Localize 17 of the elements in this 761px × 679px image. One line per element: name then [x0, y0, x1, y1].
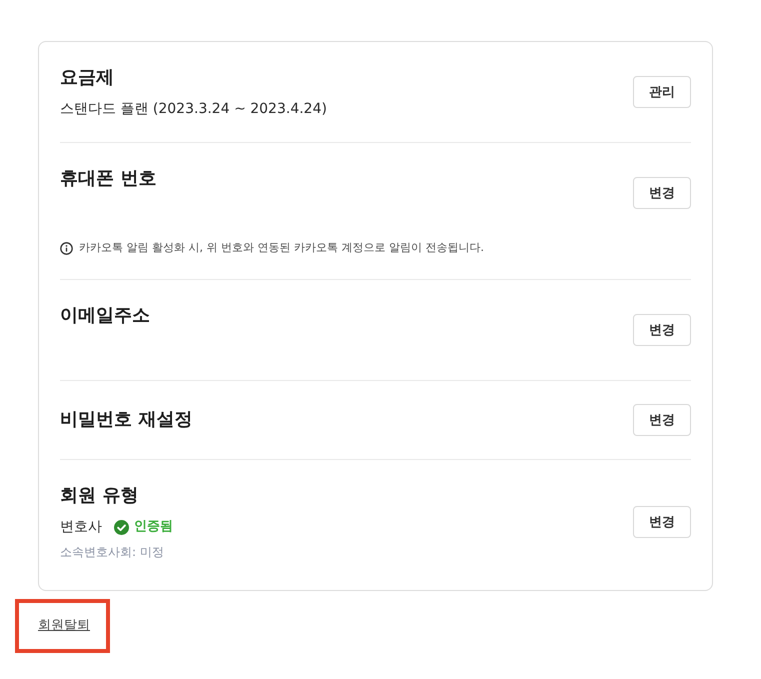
section-title: 휴대폰 번호 — [60, 167, 156, 191]
action-button[interactable]: 변경 — [633, 506, 691, 538]
field-value: 변호사 — [60, 518, 102, 537]
action-button[interactable]: 변경 — [633, 314, 691, 346]
action-button[interactable]: 관리 — [633, 76, 691, 108]
action-button[interactable]: 변경 — [633, 177, 691, 209]
action-button[interactable]: 변경 — [633, 404, 691, 436]
withdraw-link[interactable]: 회원탈퇴 — [38, 616, 90, 636]
bar-association-text: 소속변호사회: 미정 — [60, 544, 165, 561]
verified-status: 인증됨 — [134, 518, 173, 536]
section-title: 이메일주소 — [60, 304, 150, 328]
section-title: 회원 유형 — [60, 484, 140, 508]
section-title: 비밀번호 재설정 — [60, 408, 192, 432]
field-value: 스탠다드 플랜 (2023.3.24 ~ 2023.4.24) — [60, 100, 327, 119]
section-title: 요금제 — [60, 66, 115, 90]
info-text: 카카오톡 알림 활성화 시, 위 번호와 연동된 카카오톡 계정으로 알림이 전송됩니다. — [79, 240, 484, 256]
info-icon — [60, 242, 73, 254]
